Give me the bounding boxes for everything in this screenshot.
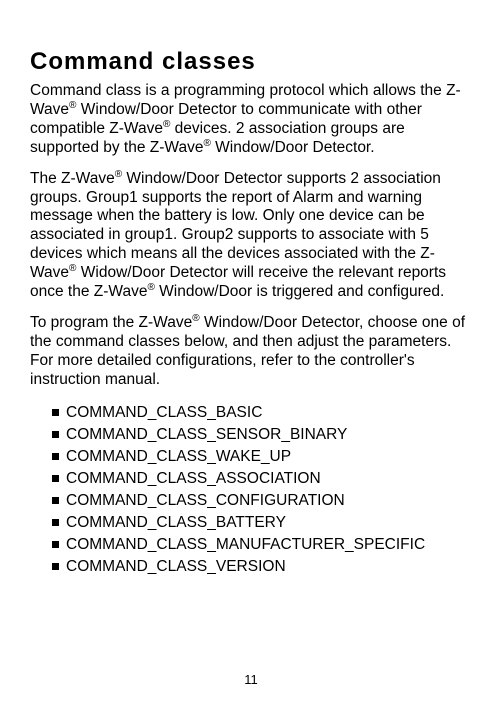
- list-item: COMMAND_CLASS_CONFIGURATION: [52, 490, 472, 512]
- list-item: COMMAND_CLASS_BATTERY: [52, 512, 472, 534]
- reg-mark: ®: [192, 313, 199, 324]
- square-bullet-icon: [52, 541, 59, 548]
- p1-seg-d: Window/Door Detector.: [211, 139, 375, 156]
- square-bullet-icon: [52, 409, 59, 416]
- command-class-list: COMMAND_CLASS_BASIC COMMAND_CLASS_SENSOR…: [30, 402, 472, 578]
- page-number: 11: [0, 672, 502, 687]
- square-bullet-icon: [52, 563, 59, 570]
- list-item: COMMAND_CLASS_ASSOCIATION: [52, 468, 472, 490]
- page-title: Command classes: [30, 48, 472, 76]
- reg-mark: ®: [147, 282, 154, 293]
- list-item-label: COMMAND_CLASS_MANUFACTURER_SPECIFIC: [66, 534, 425, 556]
- list-item: COMMAND_CLASS_WAKE_UP: [52, 446, 472, 468]
- list-item-label: COMMAND_CLASS_SENSOR_BINARY: [66, 424, 347, 446]
- p2-seg-a: The Z-Wave: [30, 170, 115, 187]
- p2-seg-d: Window/Door is triggered and configured.: [155, 283, 444, 300]
- square-bullet-icon: [52, 431, 59, 438]
- square-bullet-icon: [52, 497, 59, 504]
- reg-mark: ®: [115, 168, 122, 179]
- list-item-label: COMMAND_CLASS_BASIC: [66, 402, 262, 424]
- list-item-label: COMMAND_CLASS_CONFIGURATION: [66, 490, 345, 512]
- list-item: COMMAND_CLASS_VERSION: [52, 556, 472, 578]
- reg-mark: ®: [203, 138, 210, 149]
- list-item: COMMAND_CLASS_MANUFACTURER_SPECIFIC: [52, 534, 472, 556]
- square-bullet-icon: [52, 519, 59, 526]
- paragraph-2: The Z-Wave® Window/Door Detector support…: [30, 170, 472, 302]
- p3-seg-a: To program the Z-Wave: [30, 314, 192, 331]
- list-item: COMMAND_CLASS_BASIC: [52, 402, 472, 424]
- paragraph-1: Command class is a programming protocol …: [30, 82, 472, 158]
- list-item-label: COMMAND_CLASS_WAKE_UP: [66, 446, 291, 468]
- square-bullet-icon: [52, 453, 59, 460]
- square-bullet-icon: [52, 475, 59, 482]
- list-item-label: COMMAND_CLASS_VERSION: [66, 556, 286, 578]
- paragraph-3: To program the Z-Wave® Window/Door Detec…: [30, 314, 472, 390]
- list-item-label: COMMAND_CLASS_ASSOCIATION: [66, 468, 321, 490]
- list-item: COMMAND_CLASS_SENSOR_BINARY: [52, 424, 472, 446]
- list-item-label: COMMAND_CLASS_BATTERY: [66, 512, 286, 534]
